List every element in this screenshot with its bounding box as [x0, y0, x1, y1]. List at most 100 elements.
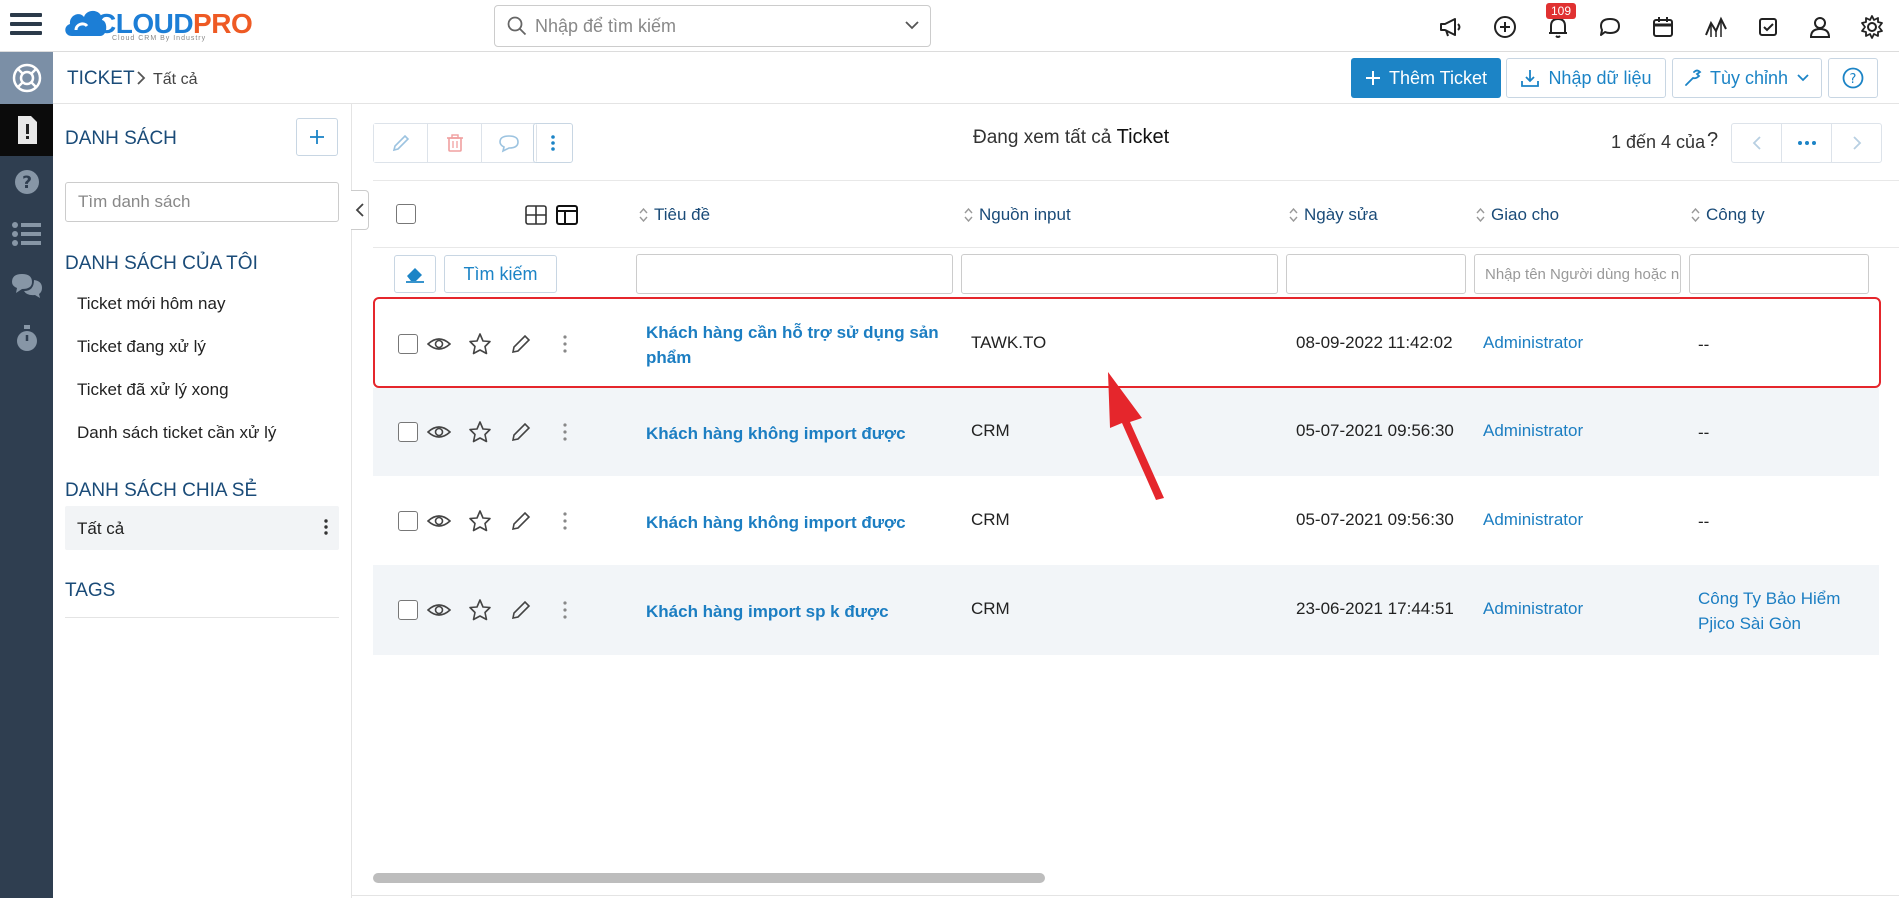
list-panel-title: DANH SÁCH	[65, 128, 177, 149]
ticket-modified: 23-06-2021 17:44:51	[1296, 599, 1454, 618]
tags-title: TAGS	[65, 580, 116, 601]
more-actions-button[interactable]	[533, 123, 573, 163]
rail-item-chat[interactable]	[0, 260, 53, 312]
ticket-title-link[interactable]: Khách hàng không import được	[646, 510, 966, 535]
more-vertical-icon[interactable]	[553, 598, 577, 622]
horizontal-scrollbar[interactable]	[373, 873, 1045, 883]
bulk-delete-button[interactable]	[428, 124, 482, 162]
plus-circle-icon[interactable]	[1491, 13, 1519, 41]
chevron-left-icon	[355, 203, 364, 217]
stopwatch-icon	[16, 325, 37, 351]
sort-icon	[964, 208, 973, 222]
ticket-title-link[interactable]: Khách hàng import sp k được	[646, 599, 946, 624]
eye-icon[interactable]	[427, 509, 451, 533]
eye-icon[interactable]	[427, 598, 451, 622]
gear-icon[interactable]	[1858, 13, 1886, 41]
column-label: Công ty	[1706, 205, 1765, 224]
star-icon[interactable]	[468, 598, 492, 622]
pencil-icon[interactable]	[509, 598, 533, 622]
ticket-title-link[interactable]: Khách hàng không import được	[646, 421, 966, 446]
table-row[interactable]: Khách hàng import sp k được CRM 23-06-20…	[373, 565, 1879, 655]
my-lists-title: DANH SÁCH CỦA TÔI	[65, 253, 258, 274]
sort-icon	[1691, 208, 1700, 222]
rail-item-timer[interactable]	[0, 312, 53, 364]
columns-layout-icon[interactable]	[556, 205, 578, 225]
ticket-assignee-link[interactable]: Administrator	[1483, 599, 1583, 619]
plus-icon	[1365, 71, 1380, 85]
annotation-arrow-icon	[1108, 372, 1164, 500]
breadcrumb-root[interactable]: TICKET	[67, 68, 135, 90]
ticket-assignee-link[interactable]: Administrator	[1483, 510, 1583, 530]
list-item[interactable]: Ticket mới hôm nay	[77, 294, 225, 314]
add-list-button[interactable]	[296, 118, 338, 156]
row-checkbox[interactable]	[398, 511, 418, 531]
filter-source-input[interactable]	[961, 254, 1278, 294]
megaphone-icon[interactable]	[1437, 13, 1465, 41]
rail-item-ticket[interactable]	[0, 104, 53, 156]
star-icon[interactable]	[468, 509, 492, 533]
more-vertical-icon[interactable]	[553, 509, 577, 533]
column-header-modified[interactable]: Ngày sửa	[1289, 205, 1378, 225]
list-panel: DANH SÁCH DANH SÁCH CỦA TÔI Ticket mới h…	[53, 104, 352, 898]
help-button[interactable]: ?	[1828, 58, 1878, 98]
import-data-button[interactable]: Nhập dữ liệu	[1506, 58, 1666, 98]
row-checkbox[interactable]	[398, 422, 418, 442]
rail-item-support[interactable]	[0, 52, 53, 104]
user-icon[interactable]	[1806, 13, 1834, 41]
bulk-action-group	[373, 123, 537, 163]
filter-modified-input[interactable]	[1286, 254, 1466, 294]
bulk-edit-button[interactable]	[374, 124, 428, 162]
filter-company-input[interactable]	[1689, 254, 1869, 294]
more-vertical-icon[interactable]	[553, 420, 577, 444]
customize-button[interactable]: Tùy chỉnh	[1672, 58, 1822, 98]
rail-item-faq[interactable]: ?	[0, 156, 53, 208]
grid-layout-icon[interactable]	[525, 205, 547, 225]
rail-item-list[interactable]	[0, 208, 53, 260]
ticket-source: CRM	[971, 421, 1010, 440]
clear-filter-button[interactable]	[394, 255, 436, 293]
chevron-down-icon[interactable]	[904, 19, 920, 31]
eye-icon[interactable]	[427, 420, 451, 444]
column-header-title[interactable]: Tiêu đề	[639, 205, 710, 225]
brand-logo[interactable]: CLOUDPRO Cloud CRM By Industry	[62, 2, 262, 48]
ticket-modified: 05-07-2021 09:56:30	[1296, 510, 1454, 529]
ticket-company-link[interactable]: Công Ty Bảo Hiểm Pjico Sài Gòn	[1698, 586, 1858, 636]
view-caption-entity: Ticket	[1116, 126, 1170, 148]
more-vertical-icon[interactable]	[323, 518, 329, 536]
filter-search-button[interactable]: Tìm kiếm	[444, 255, 557, 293]
pagination-total-unknown[interactable]: ?	[1707, 129, 1718, 152]
menu-icon[interactable]	[8, 10, 44, 40]
pencil-icon[interactable]	[509, 420, 533, 444]
shared-list-item-all[interactable]: Tất cả	[65, 506, 339, 550]
collapse-panel-toggle[interactable]	[351, 190, 369, 230]
checkbox-icon[interactable]	[1754, 13, 1782, 41]
add-ticket-label: Thêm Ticket	[1388, 67, 1488, 88]
column-header-source[interactable]: Nguồn input	[964, 205, 1071, 225]
chat-icon[interactable]	[1596, 13, 1624, 41]
page-menu-button[interactable]	[1782, 124, 1832, 162]
chart-icon[interactable]	[1702, 13, 1730, 41]
filter-title-input[interactable]	[636, 254, 953, 294]
global-search[interactable]	[494, 5, 931, 47]
star-icon[interactable]	[468, 420, 492, 444]
list-search-input[interactable]	[65, 182, 339, 222]
bulk-comment-button[interactable]	[482, 124, 536, 162]
ticket-assignee-link[interactable]: Administrator	[1483, 421, 1583, 441]
prev-page-button[interactable]	[1732, 124, 1782, 162]
pencil-icon[interactable]	[509, 509, 533, 533]
column-header-company[interactable]: Công ty	[1691, 205, 1765, 225]
svg-text:?: ?	[22, 173, 32, 193]
ticket-company: --	[1698, 512, 1710, 531]
calendar-icon[interactable]	[1649, 13, 1677, 41]
search-input[interactable]	[535, 12, 875, 40]
list-item[interactable]: Ticket đang xử lý	[77, 337, 206, 357]
column-header-assignee[interactable]: Giao cho	[1476, 205, 1559, 225]
list-item[interactable]: Danh sách ticket cần xử lý	[77, 423, 276, 443]
question-circle-icon: ?	[14, 170, 39, 194]
list-item[interactable]: Ticket đã xử lý xong	[77, 380, 229, 400]
select-all-checkbox[interactable]	[396, 204, 416, 224]
filter-assignee-input[interactable]	[1474, 254, 1681, 294]
next-page-button[interactable]	[1832, 124, 1881, 162]
row-checkbox[interactable]	[398, 600, 418, 620]
add-ticket-button[interactable]: Thêm Ticket	[1351, 58, 1501, 98]
